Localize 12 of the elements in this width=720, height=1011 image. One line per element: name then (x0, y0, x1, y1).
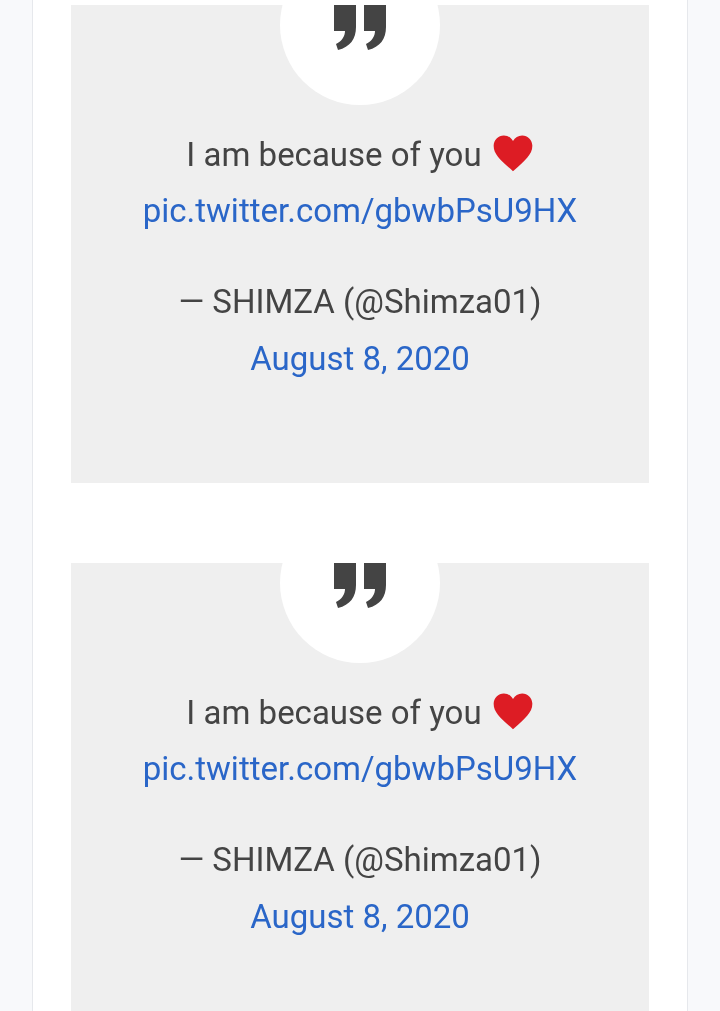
quote-icon (332, 3, 388, 51)
tweet-text: I am because of you pic.twitter.com/gbwbPsU9HX (141, 691, 579, 790)
tweet-date-link[interactable]: August 8, 2020 (250, 339, 470, 378)
tweet-text: I am because of you pic.twitter.com/gbwbPsU9HX (141, 133, 579, 232)
tweet-date-link[interactable]: August 8, 2020 (250, 897, 470, 936)
quote-icon (332, 561, 388, 609)
tweet-link[interactable]: pic.twitter.com/gbwbPsU9HX (142, 749, 578, 788)
tweet-link[interactable]: pic.twitter.com/gbwbPsU9HX (142, 191, 578, 230)
heart-icon (491, 692, 534, 730)
tweet-attribution: — SHIMZA (@Shimza01) August 8, 2020 (177, 281, 543, 380)
tweet-attribution: — SHIMZA (@Shimza01) August 8, 2020 (177, 839, 543, 938)
heart-icon (491, 134, 534, 172)
